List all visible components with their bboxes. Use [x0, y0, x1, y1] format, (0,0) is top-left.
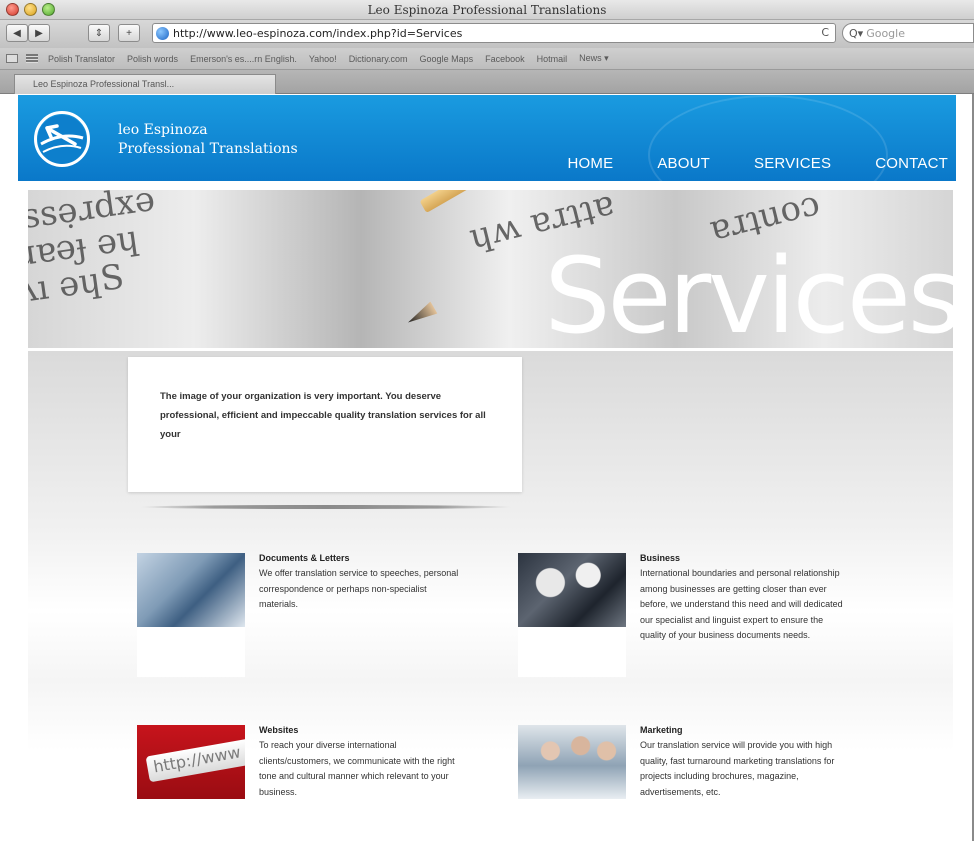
- reading-list-icon[interactable]: [6, 54, 18, 63]
- service-image: [137, 553, 245, 677]
- bookmark-item[interactable]: Yahoo!: [309, 54, 337, 64]
- logo-name: leo Espinoza: [118, 122, 208, 138]
- window-title: Leo Espinoza Professional Translations: [367, 3, 607, 17]
- business-meeting-photo: [518, 553, 626, 627]
- service-image: http://www: [137, 725, 245, 841]
- show-all-bookmarks-icon[interactable]: [26, 54, 38, 63]
- service-description: To reach your diverse international clie…: [259, 740, 455, 797]
- forward-arrow-icon: ▶: [35, 27, 43, 39]
- service-image: [518, 725, 626, 841]
- bookmark-item[interactable]: Polish words: [127, 54, 178, 64]
- forward-button[interactable]: ▶: [28, 24, 50, 42]
- nav-services[interactable]: SERVICES: [754, 155, 831, 172]
- back-button[interactable]: ◀: [6, 24, 28, 42]
- service-description: International boundaries and personal re…: [640, 568, 843, 640]
- up-down-arrows-icon: ⇕: [94, 27, 104, 39]
- tab-current[interactable]: Leo Espinoza Professional Transl...: [14, 74, 276, 94]
- bookmark-item[interactable]: Dictionary.com: [349, 54, 408, 64]
- tab-bar: Leo Espinoza Professional Transl...: [0, 70, 974, 94]
- bookmarks-bar: Polish Translator Polish words Emerson's…: [0, 48, 974, 70]
- back-arrow-icon: ◀: [13, 27, 21, 39]
- nav-contact[interactable]: CONTACT: [875, 155, 948, 172]
- search-field[interactable]: Q▾ Google: [842, 23, 974, 43]
- browser-window: Leo Espinoza Professional Translations ◀…: [0, 0, 974, 841]
- http-address-photo: http://www: [137, 725, 245, 799]
- http-text-graphic: http://www: [145, 737, 245, 783]
- globe-icon: [156, 26, 169, 40]
- pencil-tip: [405, 301, 438, 328]
- main-nav: HOME ABOUT SERVICES CONTACT: [524, 155, 948, 172]
- service-title: Documents & Letters: [259, 553, 350, 563]
- add-bookmark-button[interactable]: +: [118, 24, 140, 42]
- hero-title: Services: [544, 235, 953, 348]
- documents-photo: [137, 553, 245, 627]
- nav-home[interactable]: HOME: [568, 155, 614, 172]
- nav-about[interactable]: ABOUT: [657, 155, 710, 172]
- search-placeholder: Google: [866, 26, 905, 40]
- marketing-team-photo: [518, 725, 626, 799]
- service-description: We offer translation service to speeches…: [259, 568, 459, 609]
- logo-tagline: Professional Translations: [118, 141, 298, 157]
- history-button[interactable]: ⇕: [88, 24, 110, 42]
- bookmark-item[interactable]: Hotmail: [537, 54, 568, 64]
- bookmark-item[interactable]: Emerson's es....rn English.: [190, 54, 297, 64]
- globe-arrow-icon: [38, 115, 86, 163]
- address-bar-url: http://www.leo-espinoza.com/index.php?id…: [173, 26, 463, 40]
- site-logo-text[interactable]: leo Espinoza Professional Translations: [118, 121, 298, 159]
- intro-box-shadow: [140, 505, 512, 509]
- web-page: leo Espinoza Professional Translations H…: [0, 95, 972, 841]
- service-image: [518, 553, 626, 677]
- service-title: Websites: [259, 725, 299, 735]
- title-bar: Leo Espinoza Professional Translations: [0, 0, 974, 20]
- reload-icon[interactable]: C: [821, 26, 829, 39]
- service-description: Our translation service will provide you…: [640, 740, 835, 797]
- bookmark-item[interactable]: Facebook: [485, 54, 525, 64]
- logo-icon[interactable]: [34, 111, 90, 167]
- hero-banner: ssǝ̣ɹdxǝ ɹɐǝɟ ǝɥ ʌı ǝɥS ɥʍ ɐɹʇʇɐ ɐɹʇuoɔ …: [28, 190, 953, 348]
- bookmark-item[interactable]: News ▾: [579, 53, 609, 64]
- plus-icon: +: [126, 27, 132, 39]
- browser-toolbar: ◀ ▶ ⇕ + http://www.leo-espinoza.com/inde…: [0, 20, 974, 48]
- bookmark-item[interactable]: Polish Translator: [48, 54, 115, 64]
- intro-box: The image of your organization is very i…: [128, 357, 522, 492]
- service-title: Business: [640, 553, 681, 563]
- service-title: Marketing: [640, 725, 683, 735]
- intro-text: The image of your organization is very i…: [160, 391, 486, 440]
- site-header: leo Espinoza Professional Translations H…: [18, 95, 956, 181]
- address-bar[interactable]: http://www.leo-espinoza.com/index.php?id…: [152, 23, 836, 43]
- search-icon: Q▾: [849, 26, 864, 40]
- bookmark-item[interactable]: Google Maps: [420, 54, 474, 64]
